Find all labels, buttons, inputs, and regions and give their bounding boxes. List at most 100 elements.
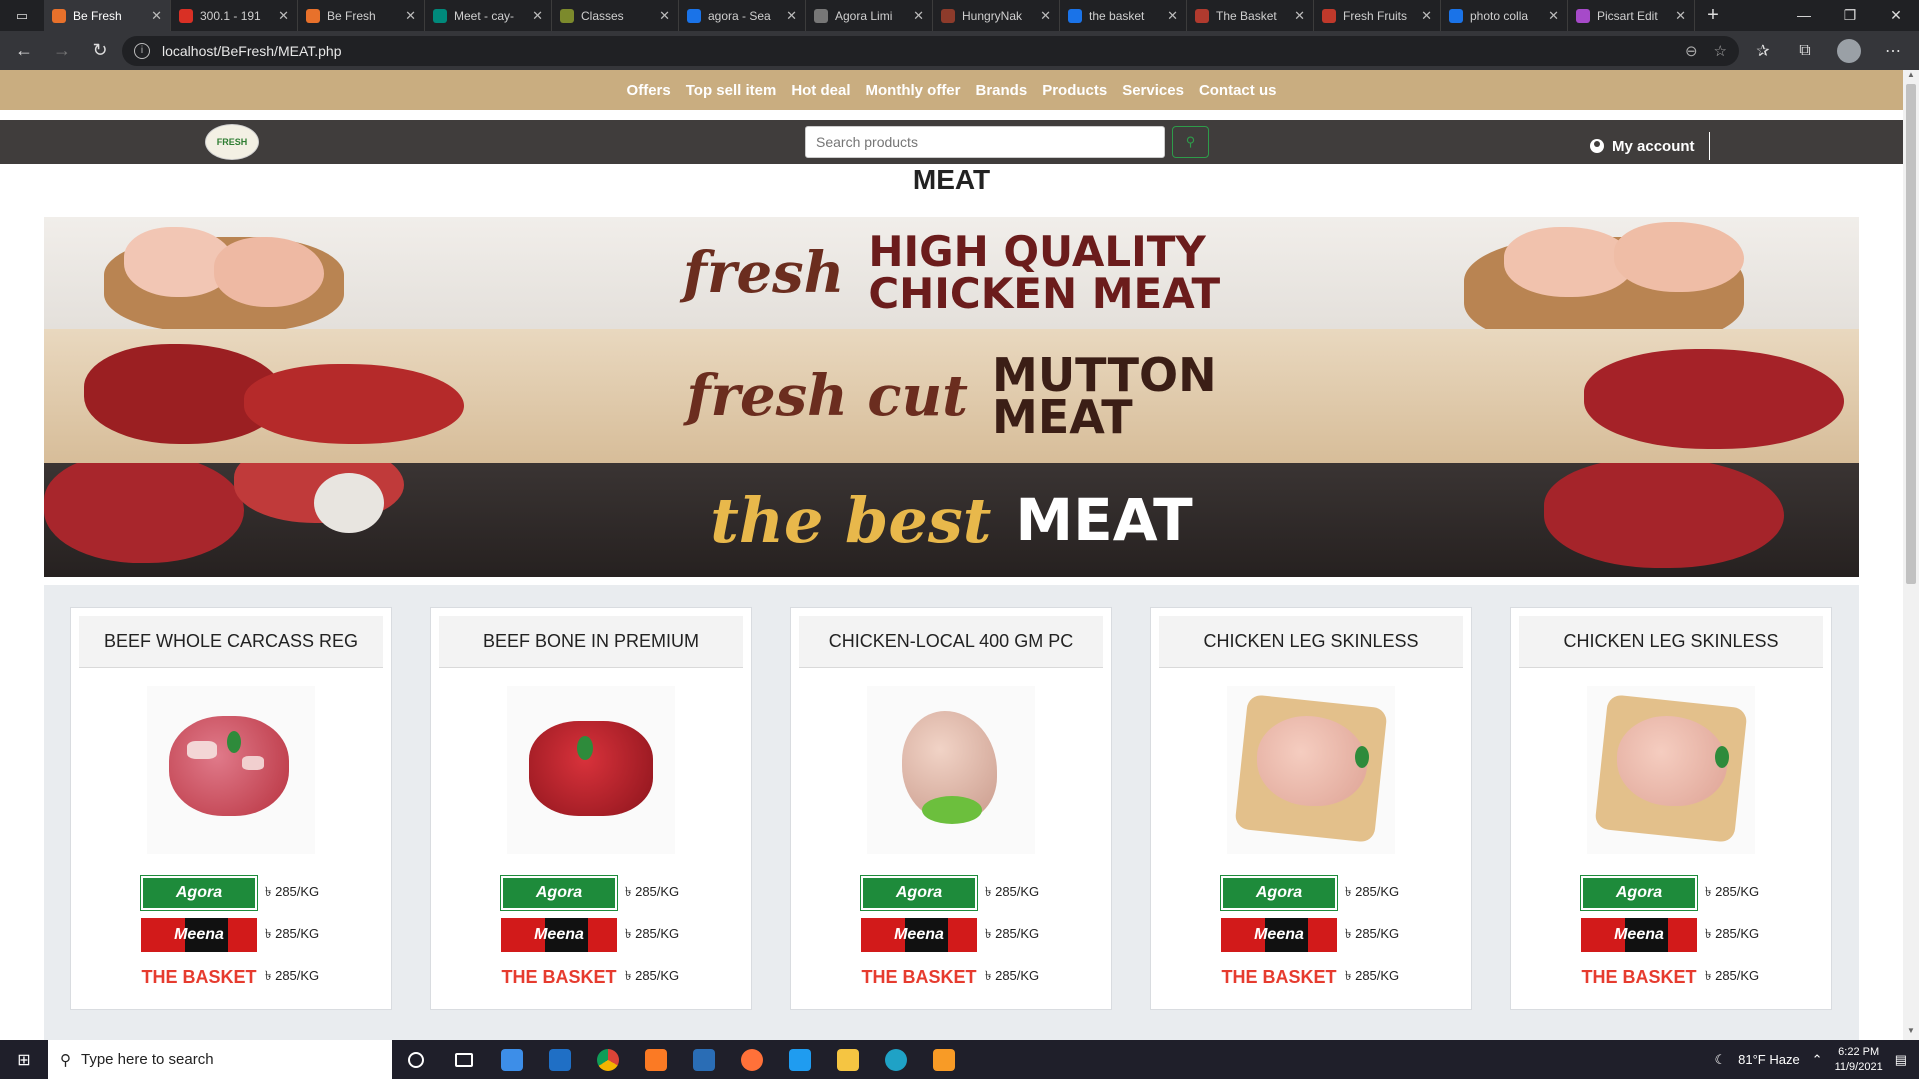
scrollbar-thumb[interactable] (1906, 84, 1916, 584)
windows-start-icon[interactable]: ⊞ (0, 1040, 48, 1079)
tab-close-icon[interactable]: ✕ (1294, 8, 1305, 24)
browser-tab[interactable]: Fresh Fruits ✕ (1314, 0, 1441, 31)
site-logo[interactable]: FRESH (205, 124, 259, 160)
tab-close-icon[interactable]: ✕ (1040, 8, 1051, 24)
nav-link-monthly-offer[interactable]: Monthly offer (866, 82, 961, 99)
product-title[interactable]: CHICKEN LEG SKINLESS (1519, 616, 1823, 668)
firefox-icon[interactable] (728, 1040, 776, 1079)
add-favorite-icon[interactable]: ☆ (1714, 42, 1727, 60)
product-card[interactable]: CHICKEN LEG SKINLESS Agora ৳ 285/KG Meen… (1150, 607, 1472, 1010)
new-tab-button[interactable]: + (1695, 4, 1731, 27)
store-logo-agora[interactable]: Agora (1580, 875, 1698, 911)
site-info-icon[interactable]: i (134, 42, 150, 59)
nav-link-offers[interactable]: Offers (627, 82, 671, 99)
browser-tab[interactable]: Agora Limi ✕ (806, 0, 933, 31)
store-logo-meena[interactable]: Meena (141, 918, 257, 952)
tray-chevron-icon[interactable]: ⌃ (1812, 1052, 1823, 1068)
file-explorer-icon[interactable] (824, 1040, 872, 1079)
nav-link-top-sell-item[interactable]: Top sell item (686, 82, 777, 99)
nav-link-brands[interactable]: Brands (976, 82, 1028, 99)
tab-close-icon[interactable]: ✕ (1548, 8, 1559, 24)
product-card[interactable]: BEEF BONE IN PREMIUM Agora ৳ 285/KG Meen… (430, 607, 752, 1010)
collections-icon[interactable]: ⧉ (1787, 42, 1823, 60)
browser-tab[interactable]: photo colla ✕ (1441, 0, 1568, 31)
browser-tab[interactable]: Be Fresh ✕ (44, 0, 171, 31)
browser-tab[interactable]: The Basket ✕ (1187, 0, 1314, 31)
browser-tab[interactable]: agora - Sea ✕ (679, 0, 806, 31)
tab-close-icon[interactable]: ✕ (278, 8, 289, 24)
store-logo-agora[interactable]: Agora (140, 875, 258, 911)
browser-tab[interactable]: Meet - cay- ✕ (425, 0, 552, 31)
minimize-button[interactable]: — (1781, 7, 1827, 24)
store-logo-basket[interactable]: THE BASKET (1581, 960, 1697, 994)
product-image-chicken-leg[interactable] (1587, 686, 1755, 854)
store-logo-basket[interactable]: THE BASKET (501, 960, 617, 994)
vscode-icon[interactable] (776, 1040, 824, 1079)
cortana-icon[interactable] (392, 1040, 440, 1079)
forward-button[interactable]: → (46, 35, 78, 67)
store-logo-agora[interactable]: Agora (500, 875, 618, 911)
browser-tab[interactable]: Picsart Edit ✕ (1568, 0, 1695, 31)
mail-icon[interactable] (536, 1040, 584, 1079)
browser-tab[interactable]: the basket ✕ (1060, 0, 1187, 31)
browser-tab[interactable]: HungryNak ✕ (933, 0, 1060, 31)
product-title[interactable]: BEEF WHOLE CARCASS REG (79, 616, 383, 668)
store-logo-agora[interactable]: Agora (860, 875, 978, 911)
sublime-icon[interactable] (920, 1040, 968, 1079)
app-icon[interactable] (680, 1040, 728, 1079)
tab-close-icon[interactable]: ✕ (1675, 8, 1686, 24)
product-card[interactable]: CHICKEN LEG SKINLESS Agora ৳ 285/KG Meen… (1510, 607, 1832, 1010)
tab-close-icon[interactable]: ✕ (532, 8, 543, 24)
tab-close-icon[interactable]: ✕ (405, 8, 416, 24)
edge-icon[interactable] (872, 1040, 920, 1079)
browser-tab[interactable]: Be Fresh ✕ (298, 0, 425, 31)
product-card[interactable]: CHICKEN-LOCAL 400 GM PC Agora ৳ 285/KG M… (790, 607, 1112, 1010)
store-logo-meena[interactable]: Meena (861, 918, 977, 952)
store-logo-basket[interactable]: THE BASKET (861, 960, 977, 994)
tab-close-icon[interactable]: ✕ (1421, 8, 1432, 24)
product-image-beef-cubes[interactable] (147, 686, 315, 854)
browser-tab[interactable]: Classes ✕ (552, 0, 679, 31)
scroll-down-icon[interactable]: ▼ (1903, 1026, 1919, 1040)
reload-button[interactable]: ↻ (84, 35, 116, 67)
nav-link-services[interactable]: Services (1122, 82, 1184, 99)
scroll-up-icon[interactable]: ▲ (1903, 70, 1919, 84)
product-title[interactable]: CHICKEN LEG SKINLESS (1159, 616, 1463, 668)
page-scrollbar[interactable]: ▲ ▼ (1903, 70, 1919, 1040)
my-account-link[interactable]: My account (1590, 132, 1710, 160)
zoom-icon[interactable]: ⊖ (1685, 42, 1698, 60)
clock[interactable]: 6:22 PM 11/9/2021 (1835, 1045, 1883, 1075)
xampp-icon[interactable] (632, 1040, 680, 1079)
back-button[interactable]: ← (8, 35, 40, 67)
store-icon[interactable] (488, 1040, 536, 1079)
taskbar-search[interactable]: ⚲ Type here to search (48, 1040, 392, 1079)
product-image-whole-chicken[interactable] (867, 686, 1035, 854)
nav-link-contact-us[interactable]: Contact us (1199, 82, 1277, 99)
nav-link-hot-deal[interactable]: Hot deal (791, 82, 850, 99)
store-logo-agora[interactable]: Agora (1220, 875, 1338, 911)
nav-link-products[interactable]: Products (1042, 82, 1107, 99)
favorites-icon[interactable]: ✰ (1745, 41, 1781, 61)
tab-actions-icon[interactable]: ▭ (0, 0, 44, 31)
weather-text[interactable]: 81°F Haze (1738, 1052, 1800, 1067)
tab-close-icon[interactable]: ✕ (786, 8, 797, 24)
product-card[interactable]: BEEF WHOLE CARCASS REG Agora ৳ 285/KG Me… (70, 607, 392, 1010)
store-logo-meena[interactable]: Meena (1581, 918, 1697, 952)
search-button[interactable]: ⚲ (1172, 126, 1209, 158)
profile-avatar[interactable] (1837, 38, 1861, 63)
store-logo-basket[interactable]: THE BASKET (1221, 960, 1337, 994)
more-menu-icon[interactable]: ⋯ (1875, 41, 1911, 61)
product-image-chicken-leg[interactable] (1227, 686, 1395, 854)
restore-button[interactable]: ❐ (1827, 7, 1873, 24)
tab-close-icon[interactable]: ✕ (659, 8, 670, 24)
product-title[interactable]: BEEF BONE IN PREMIUM (439, 616, 743, 668)
tab-close-icon[interactable]: ✕ (151, 8, 162, 24)
search-input[interactable] (805, 126, 1165, 158)
task-view-icon[interactable] (440, 1040, 488, 1079)
browser-tab[interactable]: 300.1 - 191 ✕ (171, 0, 298, 31)
tab-close-icon[interactable]: ✕ (1167, 8, 1178, 24)
product-image-beef-bone[interactable] (507, 686, 675, 854)
address-bar[interactable]: i localhost/BeFresh/MEAT.php ⊖ ☆ (122, 35, 1739, 66)
tab-close-icon[interactable]: ✕ (913, 8, 924, 24)
notification-icon[interactable]: ▤ (1895, 1052, 1907, 1068)
